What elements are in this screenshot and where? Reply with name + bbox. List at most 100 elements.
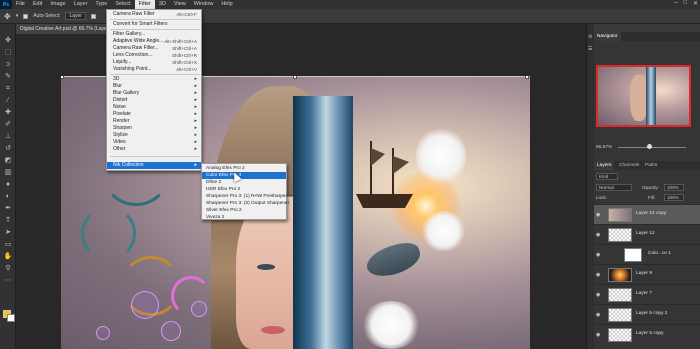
visibility-eye-icon[interactable]: ◉ xyxy=(596,232,600,238)
tab-paths[interactable]: Paths xyxy=(642,161,660,170)
blend-mode-select[interactable]: Normal xyxy=(596,184,632,191)
menu-item-video[interactable]: Video ▸ xyxy=(107,139,201,146)
blur-tool-icon[interactable]: ● xyxy=(3,180,13,190)
menu-edit[interactable]: Edit xyxy=(29,0,46,9)
menu-item-liquify[interactable]: Liquify... Shift+Ctrl+X xyxy=(107,59,201,66)
pen-tool-icon[interactable]: ✒ xyxy=(3,204,13,214)
menu-item-camera-raw[interactable]: Camera Raw Filter... Shift+Ctrl+A xyxy=(107,45,201,52)
show-transform-checkbox[interactable] xyxy=(90,13,96,19)
layer-name[interactable]: Layer 7 xyxy=(636,291,652,296)
auto-select-checkbox[interactable] xyxy=(23,13,29,19)
layer-row[interactable]: ◉ Layer 12 xyxy=(594,224,700,244)
menu-item-noise[interactable]: Noise ▸ xyxy=(107,104,201,111)
type-tool-icon[interactable]: T xyxy=(3,216,13,226)
submenu-item-hdr-efex[interactable]: HDR Efex Pro 2 xyxy=(202,186,286,193)
menu-item-pixelate[interactable]: Pixelate ▸ xyxy=(107,111,201,118)
dodge-tool-icon[interactable]: ◐ xyxy=(3,192,13,202)
zoom-tool-icon[interactable]: ⚲ xyxy=(3,264,13,274)
layer-row[interactable]: ◉ Layer 9 xyxy=(594,264,700,284)
quick-select-tool-icon[interactable]: ✎ xyxy=(3,72,13,82)
clone-stamp-tool-icon[interactable]: ⊥ xyxy=(3,132,13,142)
layer-kind-filter[interactable]: Kind xyxy=(596,173,618,180)
more-tools-icon[interactable]: ⋯ xyxy=(3,276,13,286)
submenu-item-analog-efex[interactable]: Analog Efex Pro 2 xyxy=(202,165,286,172)
submenu-item-output-sharpener[interactable]: Sharpener Pro 3: (2) Output Sharpener xyxy=(202,200,289,207)
menu-filter[interactable]: Filter xyxy=(134,0,155,9)
menu-layer[interactable]: Layer xyxy=(70,0,92,9)
move-tool-icon[interactable]: ✥ xyxy=(3,36,13,46)
move-tool-icon[interactable]: ✥ xyxy=(4,12,11,21)
minimize-button[interactable]: – xyxy=(674,0,677,7)
visibility-eye-icon[interactable]: ◉ xyxy=(596,332,600,338)
layer-row[interactable]: ◉ Layer 12 copy xyxy=(594,204,700,224)
menu-item-stylize[interactable]: Stylize ▸ xyxy=(107,132,201,139)
tab-layers[interactable]: Layers xyxy=(594,161,615,170)
visibility-eye-icon[interactable]: ◉ xyxy=(596,252,600,258)
visibility-eye-icon[interactable]: ◉ xyxy=(596,272,600,278)
history-brush-tool-icon[interactable]: ↺ xyxy=(3,144,13,154)
layer-name[interactable]: Layer 12 copy xyxy=(636,211,666,216)
layer-row[interactable]: ◉ Layer 5 copy 2 xyxy=(594,304,700,324)
properties-icon[interactable]: ☰ xyxy=(588,46,592,52)
transform-handle[interactable] xyxy=(293,76,297,79)
marquee-tool-icon[interactable]: ⬚ xyxy=(3,48,13,58)
menu-item-sharpen[interactable]: Sharpen ▸ xyxy=(107,125,201,132)
transform-handle[interactable] xyxy=(61,76,64,79)
menu-item-lens-correction[interactable]: Lens Correction... Shift+Ctrl+R xyxy=(107,52,201,59)
history-icon[interactable]: ⟲ xyxy=(588,34,592,40)
fill-input[interactable]: 100% xyxy=(664,194,684,201)
transform-handle[interactable] xyxy=(525,76,529,79)
healing-tool-icon[interactable]: ✚ xyxy=(3,108,13,118)
shape-tool-icon[interactable]: ▭ xyxy=(3,240,13,250)
menu-item-adaptive-wide-angle[interactable]: Adaptive Wide Angle... Alt+Shift+Ctrl+A xyxy=(107,38,201,45)
visibility-eye-icon[interactable]: ◉ xyxy=(596,312,600,318)
layer-name[interactable]: Colo...ce 1 xyxy=(648,251,671,256)
menu-item-distort[interactable]: Distort ▸ xyxy=(107,97,201,104)
submenu-item-raw-presharpener[interactable]: Sharpener Pro 3: (1) RAW Presharpener xyxy=(202,193,292,200)
menu-item-blur[interactable]: Blur ▸ xyxy=(107,83,201,90)
submenu-item-viveza[interactable]: Viveza 2 xyxy=(202,214,286,221)
zoom-slider-knob[interactable] xyxy=(647,144,652,149)
menu-item-render[interactable]: Render ▸ xyxy=(107,118,201,125)
submenu-item-silver-efex[interactable]: Silver Efex Pro 2 xyxy=(202,207,286,214)
opacity-input[interactable]: 100% xyxy=(664,184,684,191)
menu-item-vanishing-point[interactable]: Vanishing Point... Alt+Ctrl+V xyxy=(107,66,201,73)
layer-row[interactable]: ◉ Colo...ce 1 xyxy=(594,244,700,264)
submenu-item-dfine[interactable]: Dfine 2 xyxy=(202,179,286,186)
layer-row[interactable]: ◉ Layer 7 xyxy=(594,284,700,304)
crop-tool-icon[interactable]: ⌗ xyxy=(3,84,13,94)
menu-item-3d[interactable]: 3D ▸ xyxy=(107,76,201,83)
tool-preset-chevron-icon[interactable]: ▾ xyxy=(16,13,19,19)
background-color-swatch[interactable] xyxy=(7,314,15,322)
canvas-area[interactable] xyxy=(17,34,585,349)
menu-select[interactable]: Select xyxy=(111,0,134,9)
close-button[interactable]: ✕ xyxy=(693,0,698,7)
layer-name[interactable]: Layer 5 copy xyxy=(636,331,663,336)
menu-item-nik-collection[interactable]: Nik Collection ▸ xyxy=(107,162,201,169)
hand-tool-icon[interactable]: ✋ xyxy=(3,252,13,262)
zoom-value[interactable]: 66.67% xyxy=(596,145,612,150)
auto-select-dropdown[interactable]: Layer xyxy=(65,12,86,20)
menu-item-blur-gallery[interactable]: Blur Gallery ▸ xyxy=(107,90,201,97)
eraser-tool-icon[interactable]: ◩ xyxy=(3,156,13,166)
menu-type[interactable]: Type xyxy=(91,0,111,9)
navigator-thumbnail[interactable] xyxy=(596,65,691,127)
menu-image[interactable]: Image xyxy=(46,0,69,9)
tab-navigator[interactable]: Navigator xyxy=(594,32,621,41)
lasso-tool-icon[interactable]: ↄ xyxy=(3,60,13,70)
menu-help[interactable]: Help xyxy=(217,0,236,9)
menu-item-camera-raw-last[interactable]: Camera Raw Filter Alt+Ctrl+F xyxy=(107,11,201,18)
layer-name[interactable]: Layer 9 xyxy=(636,271,652,276)
brush-tool-icon[interactable]: ✐ xyxy=(3,120,13,130)
zoom-slider[interactable] xyxy=(618,147,686,148)
menu-window[interactable]: Window xyxy=(190,0,218,9)
submenu-item-color-efex[interactable]: Color Efex Pro 4 xyxy=(202,172,286,179)
layer-name[interactable]: Layer 12 xyxy=(636,231,655,236)
menu-view[interactable]: View xyxy=(170,0,190,9)
path-select-tool-icon[interactable]: ➤ xyxy=(3,228,13,238)
menu-file[interactable]: File xyxy=(12,0,29,9)
layer-row[interactable]: ◉ Layer 5 copy xyxy=(594,324,700,344)
eyedropper-tool-icon[interactable]: ⁄ xyxy=(3,96,13,106)
visibility-eye-icon[interactable]: ◉ xyxy=(596,212,600,218)
menu-item-filter-gallery[interactable]: Filter Gallery... xyxy=(107,31,201,38)
